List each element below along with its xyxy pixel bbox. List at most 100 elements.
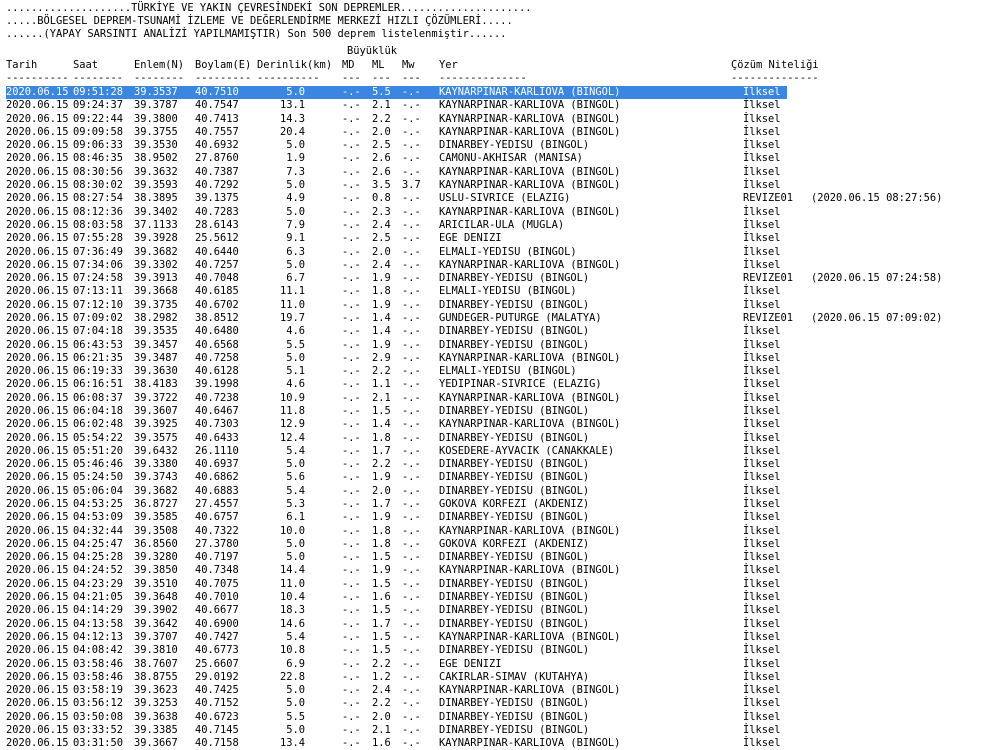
table-row[interactable]: 2020.06.15 06:04:18 39.3607 40.6467 11.8 -.- 1… <box>0 405 1000 418</box>
cell-time: 06:19:33 <box>73 365 124 378</box>
table-row[interactable]: 2020.06.15 03:33:52 39.3385 40.7145 5.0 -.- 2.… <box>0 724 1000 737</box>
cell-longitude: 40.6128 <box>195 365 239 378</box>
cell-date: 2020.06.15 <box>6 418 69 431</box>
cell-ml: 1.5 <box>372 577 391 590</box>
table-row[interactable]: 2020.06.15 04:14:29 39.3902 40.6677 18.3 -.- 1… <box>0 604 1000 617</box>
cell-mw: -.- <box>402 351 421 364</box>
cell-md: -.- <box>342 365 361 378</box>
cell-place: ELMALI-YEDISU (BINGOL) <box>439 365 577 378</box>
table-row[interactable]: 2020.06.15 07:34:06 39.3302 40.7257 5.0 -.- 2.… <box>0 259 1000 272</box>
cell-quality: İlksel <box>743 325 781 338</box>
cell-ml: 2.6 <box>372 152 391 165</box>
table-row[interactable]: 2020.06.15 03:58:46 38.7607 25.6607 6.9 -.- 2.… <box>0 658 1000 671</box>
cell-quality: İlksel <box>743 431 781 444</box>
table-row[interactable]: 2020.06.15 07:24:58 39.3913 40.7048 6.7 -.- 1.… <box>0 272 1000 285</box>
table-row[interactable]: 2020.06.15 04:13:58 39.3642 40.6900 14.6 -.- 1… <box>0 618 1000 631</box>
table-row[interactable]: 2020.06.15 06:43:53 39.3457 40.6568 5.5 -.- 1.… <box>0 339 1000 352</box>
cell-md: -.- <box>342 644 361 657</box>
cell-md: -.- <box>342 418 361 431</box>
table-row[interactable]: 2020.06.15 04:25:47 36.8560 27.3780 5.0 -.- 1.… <box>0 538 1000 551</box>
table-row[interactable]: 2020.06.15 07:04:18 39.3535 40.6480 4.6 -.- 1.… <box>0 325 1000 338</box>
table-row[interactable]: 2020.06.15 04:53:25 36.8727 27.4557 5.3 -.- 1.… <box>0 498 1000 511</box>
cell-latitude: 39.3682 <box>134 484 178 497</box>
table-row[interactable]: 2020.06.15 08:27:54 38.3895 39.1375 4.9 -.- 0.… <box>0 192 1000 205</box>
cell-date: 2020.06.15 <box>6 444 69 457</box>
table-row[interactable]: 2020.06.15 05:24:50 39.3743 40.6862 5.6 -.- 1.… <box>0 471 1000 484</box>
cell-place: KAYNARPINAR-KARLIOVA (BINGOL) <box>439 524 621 537</box>
cell-depth: 4.6 <box>286 325 305 338</box>
cell-latitude: 39.3537 <box>134 86 178 98</box>
table-row[interactable]: 2020.06.15 08:12:36 39.3402 40.7283 5.0 -.- 2.… <box>0 206 1000 219</box>
table-row[interactable]: 2020.06.15 07:12:10 39.3735 40.6702 11.0 -.- 1… <box>0 299 1000 312</box>
cell-mw: -.- <box>402 697 421 710</box>
table-row[interactable]: 2020.06.15 09:06:33 39.3530 40.6932 5.0 -.- 2.… <box>0 139 1000 152</box>
cell-longitude: 40.7387 <box>195 165 239 178</box>
cell-date: 2020.06.15 <box>6 577 69 590</box>
table-row[interactable]: 2020.06.15 08:30:56 39.3632 40.7387 7.3 -.- 2.… <box>0 166 1000 179</box>
table-row[interactable]: 2020.06.15 09:09:58 39.3755 40.7557 20.4 -.- 2… <box>0 126 1000 139</box>
cell-date: 2020.06.15 <box>6 285 69 298</box>
table-row[interactable]: 2020.06.15 06:08:37 39.3722 40.7238 10.9 -.- 2… <box>0 392 1000 405</box>
cell-date: 2020.06.15 <box>6 537 69 550</box>
cell-ml: 1.6 <box>372 591 391 603</box>
table-row[interactable]: 2020.06.15 03:56:12 39.3253 40.7152 5.0 -.- 2.… <box>0 697 1000 710</box>
cell-longitude: 40.7258 <box>195 351 239 364</box>
cell-quality: İlksel <box>743 511 781 524</box>
cell-md: -.- <box>342 710 361 723</box>
cell-ml: 1.8 <box>372 537 391 550</box>
cell-md: -.- <box>342 298 361 311</box>
table-row[interactable]: 2020.06.15 03:50:08 39.3638 40.6723 5.5 -.- 2.… <box>0 711 1000 724</box>
cell-longitude: 40.6773 <box>195 644 239 657</box>
table-row[interactable]: 2020.06.15 04:08:42 39.3810 40.6773 10.8 -.- 1… <box>0 644 1000 657</box>
cell-quality: İlksel <box>743 697 781 710</box>
table-row[interactable]: 2020.06.15 04:23:29 39.3510 40.7075 11.0 -.- 1… <box>0 578 1000 591</box>
cell-md: -.- <box>342 152 361 165</box>
cell-latitude: 39.3707 <box>134 630 178 643</box>
cell-quality: İlksel <box>743 218 781 231</box>
table-row[interactable]: 2020.06.15 06:02:48 39.3925 40.7303 12.9 -.- 1… <box>0 418 1000 431</box>
table-row[interactable]: 2020.06.15 04:32:44 39.3508 40.7322 10.0 -.- 1… <box>0 525 1000 538</box>
table-row[interactable]: 2020.06.15 07:09:02 38.2982 38.8512 19.7 -.- 1… <box>0 312 1000 325</box>
cell-ml: 2.2 <box>372 657 391 670</box>
table-row[interactable]: 2020.06.15 05:51:20 39.6432 26.1110 5.4 -.- 1.… <box>0 445 1000 458</box>
cell-time: 08:30:56 <box>73 165 124 178</box>
cell-ml: 1.9 <box>372 511 391 524</box>
cell-date: 2020.06.15 <box>6 458 69 471</box>
table-row[interactable]: 2020.06.15 04:53:09 39.3585 40.6757 6.1 -.- 1.… <box>0 511 1000 524</box>
cell-quality: İlksel <box>743 537 781 550</box>
cell-longitude: 40.7145 <box>195 723 239 736</box>
table-row[interactable]: 2020.06.15 03:58:46 38.8755 29.0192 22.8 -.- 1… <box>0 671 1000 684</box>
cell-time: 04:25:28 <box>73 551 124 564</box>
cell-depth: 10.8 <box>279 644 305 657</box>
table-row[interactable]: 2020.06.15 06:19:33 39.3630 40.6128 5.1 -.- 2.… <box>0 365 1000 378</box>
cell-place: DINARBEY-YEDISU (BINGOL) <box>439 139 590 152</box>
cell-md: -.- <box>342 604 361 617</box>
table-row[interactable]: 2020.06.15 08:30:02 39.3593 40.7292 5.0 -.- 3.… <box>0 179 1000 192</box>
table-row[interactable]: 2020.06.15 09:24:37 39.3787 40.7547 13.1 -.- 2… <box>0 99 1000 112</box>
table-row[interactable]: 2020.06.15 03:58:19 39.3623 40.7425 5.0 -.- 2.… <box>0 684 1000 697</box>
table-row[interactable]: 2020.06.15 06:21:35 39.3487 40.7258 5.0 -.- 2.… <box>0 352 1000 365</box>
table-row[interactable]: 2020.06.15 05:06:04 39.3682 40.6883 5.4 -.- 2.… <box>0 485 1000 498</box>
table-row[interactable]: 2020.06.15 09:51:28 39.3537 40.7510 5.0 -.- 5.… <box>0 86 1000 99</box>
table-row[interactable]: 2020.06.15 03:31:50 39.3667 40.7158 13.4 -.- 1… <box>0 737 1000 750</box>
cell-place: DINARBEY-YEDISU (BINGOL) <box>439 405 590 417</box>
table-row[interactable]: 2020.06.15 09:22:44 39.3800 40.7413 14.3 -.- 2… <box>0 113 1000 126</box>
table-row[interactable]: 2020.06.15 08:46:35 38.9502 27.8760 1.9 -.- 2.… <box>0 152 1000 165</box>
table-row[interactable]: 2020.06.15 07:36:49 39.3682 40.6440 6.3 -.- 2.… <box>0 246 1000 259</box>
cell-latitude: 39.3385 <box>134 723 178 736</box>
table-row[interactable]: 2020.06.15 04:25:28 39.3280 40.7197 5.0 -.- 1.… <box>0 551 1000 564</box>
cell-ml: 2.2 <box>372 112 391 125</box>
cell-longitude: 40.6467 <box>195 405 239 417</box>
table-row[interactable]: 2020.06.15 04:24:52 39.3850 40.7348 14.4 -.- 1… <box>0 564 1000 577</box>
cell-date: 2020.06.15 <box>6 657 69 670</box>
cell-latitude: 39.3667 <box>134 737 178 750</box>
table-row[interactable]: 2020.06.15 07:55:28 39.3928 25.5612 9.1 -.- 2.… <box>0 232 1000 245</box>
table-row[interactable]: 2020.06.15 06:16:51 38.4183 39.1998 4.6 -.- 1.… <box>0 378 1000 391</box>
table-row[interactable]: 2020.06.15 05:46:46 39.3380 40.6937 5.0 -.- 2.… <box>0 458 1000 471</box>
table-row[interactable]: 2020.06.15 08:03:58 37.1133 28.6143 7.9 -.- 2.… <box>0 219 1000 232</box>
table-row[interactable]: 2020.06.15 05:54:22 39.3575 40.6433 12.4 -.- 1… <box>0 432 1000 445</box>
table-row[interactable]: 2020.06.15 04:12:13 39.3707 40.7427 5.4 -.- 1.… <box>0 631 1000 644</box>
cell-place: DINARBEY-YEDISU (BINGOL) <box>439 431 590 444</box>
table-row[interactable]: 2020.06.15 07:13:11 39.3668 40.6185 11.1 -.- 1… <box>0 285 1000 298</box>
table-row[interactable]: 2020.06.15 04:21:05 39.3648 40.7010 10.4 -.- 1… <box>0 591 1000 604</box>
